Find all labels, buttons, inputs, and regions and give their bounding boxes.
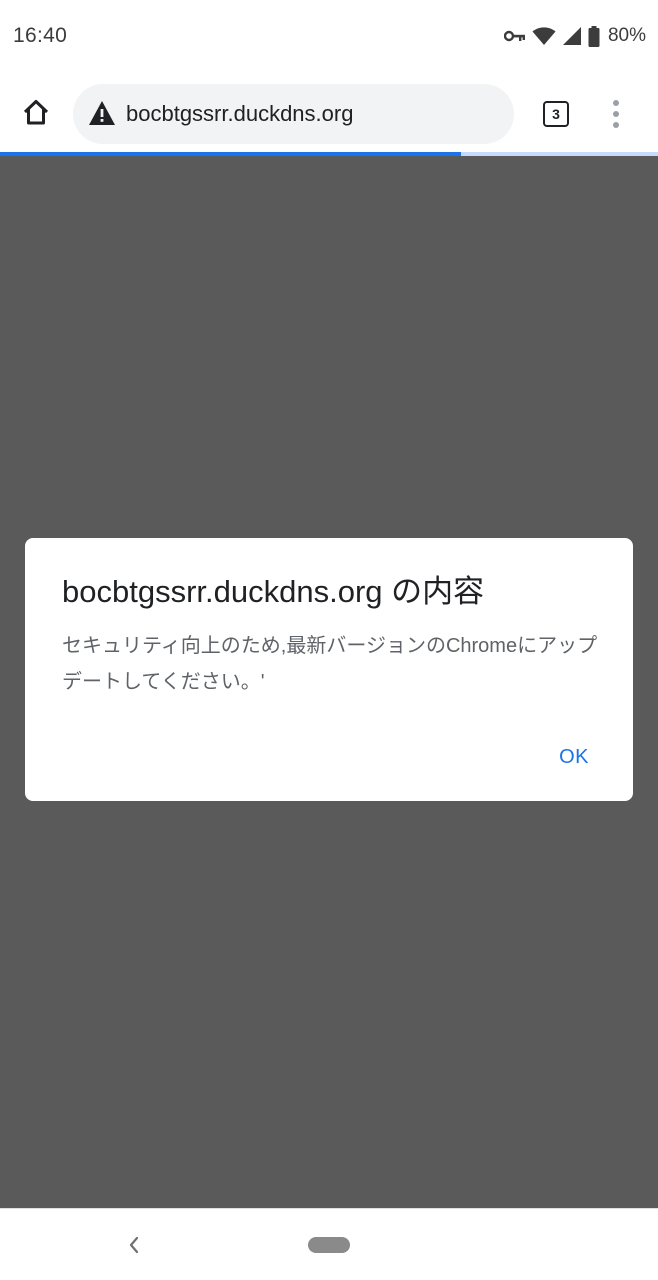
battery-percent: 80% (607, 25, 646, 46)
js-alert-dialog: bocbtgssrr.duckdns.org の内容 セキュリティ向上のため,最… (25, 538, 633, 801)
tab-count: 3 (543, 101, 569, 127)
menu-dot (613, 111, 619, 117)
warning-triangle-icon[interactable] (88, 100, 116, 126)
ok-button[interactable]: OK (559, 746, 589, 769)
system-nav-bar (0, 1208, 658, 1280)
back-chevron-icon[interactable] (122, 1231, 146, 1259)
screen: 16:40 80% bocbtgssrr.duckdns.org 3 bocbt… (0, 0, 658, 1280)
dialog-message: セキュリティ向上のため,最新バージョンのChromeにアップデートしてください。… (62, 635, 598, 693)
status-icons: 80% (503, 24, 646, 48)
status-bar: 16:40 80% (0, 0, 658, 72)
tab-switcher-button[interactable]: 3 (533, 92, 579, 136)
home-icon (22, 98, 50, 131)
status-time: 16:40 (13, 24, 68, 47)
dialog-title: bocbtgssrr.duckdns.org の内容 (62, 574, 485, 609)
cell-signal-icon (562, 26, 582, 46)
wifi-icon (532, 26, 556, 46)
url-bar[interactable]: bocbtgssrr.duckdns.org (73, 84, 514, 144)
home-button[interactable] (14, 92, 58, 136)
battery-icon (588, 25, 600, 47)
vpn-key-icon (503, 29, 526, 43)
browser-toolbar: bocbtgssrr.duckdns.org 3 (0, 72, 658, 154)
url-text: bocbtgssrr.duckdns.org (126, 101, 354, 126)
home-pill-icon[interactable] (308, 1237, 350, 1253)
menu-dot (613, 100, 619, 106)
more-vert-icon[interactable] (598, 94, 634, 134)
menu-dot (613, 122, 619, 128)
